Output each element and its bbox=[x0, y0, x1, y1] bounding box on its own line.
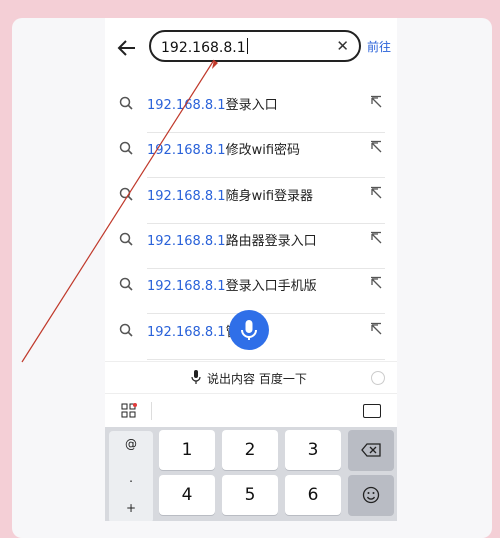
back-arrow-icon[interactable] bbox=[115, 36, 139, 60]
apps-grid-icon[interactable] bbox=[121, 403, 137, 419]
hide-keyboard-icon[interactable] bbox=[363, 404, 381, 418]
go-button[interactable]: 前往 bbox=[367, 38, 391, 55]
symbol-key-plus[interactable]: + bbox=[109, 501, 153, 515]
backspace-key[interactable] bbox=[348, 430, 394, 470]
suggestion-row[interactable]: 192.168.8.1路由器登录入口 bbox=[105, 224, 397, 269]
search-icon bbox=[119, 187, 133, 201]
fill-query-arrow-icon[interactable] bbox=[369, 186, 383, 200]
voice-input-bar[interactable]: 说出内容 百度一下 bbox=[105, 361, 397, 394]
fill-query-arrow-icon[interactable] bbox=[369, 95, 383, 109]
suggestion-row[interactable]: 192.168.8.1登录入口手机版 bbox=[105, 269, 397, 315]
numeric-keyboard: @ . + 1 2 3 4 5 6 bbox=[105, 427, 397, 521]
phone-screen: 192.168.8.1 ✕ 前往 192.168.8.1登录入口 192.168.… bbox=[105, 18, 397, 521]
fill-query-arrow-icon[interactable] bbox=[369, 322, 383, 336]
search-icon bbox=[119, 277, 133, 291]
suggestion-text: 192.168.8.1修改wifi密码 bbox=[147, 143, 301, 159]
symbol-key-dot[interactable]: . bbox=[109, 471, 153, 485]
microphone-icon bbox=[241, 320, 257, 340]
voice-input-label: 说出内容 百度一下 bbox=[207, 372, 307, 386]
search-bar: 192.168.8.1 ✕ 前往 bbox=[105, 30, 397, 66]
suggestion-row[interactable]: 192.168.8.1修改wifi密码 bbox=[105, 133, 397, 179]
suggestion-text: 192.168.8.1登录入口手机版 bbox=[147, 279, 317, 295]
fill-query-arrow-icon[interactable] bbox=[369, 231, 383, 245]
settings-icon[interactable] bbox=[371, 371, 385, 385]
key-3[interactable]: 3 bbox=[285, 430, 341, 470]
emoji-key[interactable] bbox=[348, 475, 394, 515]
toolbar-divider bbox=[151, 402, 152, 420]
fill-query-arrow-icon[interactable] bbox=[369, 276, 383, 290]
suggestion-text: 192.168.8.1随身wifi登录器 bbox=[147, 188, 314, 204]
emoji-icon bbox=[362, 486, 380, 504]
suggestion-row[interactable]: 192.168.8.1登录入口 bbox=[105, 88, 397, 133]
clear-icon[interactable]: ✕ bbox=[336, 37, 349, 55]
search-icon bbox=[119, 142, 133, 155]
search-input[interactable]: 192.168.8.1 ✕ bbox=[149, 30, 361, 62]
key-6[interactable]: 6 bbox=[285, 475, 341, 515]
suggestion-text: 192.168.8.1登录入口 bbox=[147, 98, 278, 113]
key-4[interactable]: 4 bbox=[159, 475, 215, 515]
key-1[interactable]: 1 bbox=[159, 430, 215, 470]
voice-search-button[interactable] bbox=[229, 310, 269, 350]
keyboard-toolbar bbox=[105, 393, 397, 428]
search-icon bbox=[119, 323, 133, 337]
search-icon bbox=[119, 232, 133, 246]
symbol-column: @ . + bbox=[109, 431, 153, 521]
key-2[interactable]: 2 bbox=[222, 430, 278, 470]
microphone-small-icon bbox=[191, 370, 201, 384]
suggestion-text: 192.168.8.1路由器登录入口 bbox=[147, 233, 317, 249]
key-5[interactable]: 5 bbox=[222, 475, 278, 515]
search-icon bbox=[119, 96, 133, 110]
fill-query-arrow-icon[interactable] bbox=[369, 140, 383, 154]
suggestion-row[interactable]: 192.168.8.1随身wifi登录器 bbox=[105, 179, 397, 224]
backspace-icon bbox=[361, 443, 381, 457]
symbol-key-at[interactable]: @ bbox=[109, 437, 153, 451]
search-input-text: 192.168.8.1 bbox=[161, 38, 248, 56]
